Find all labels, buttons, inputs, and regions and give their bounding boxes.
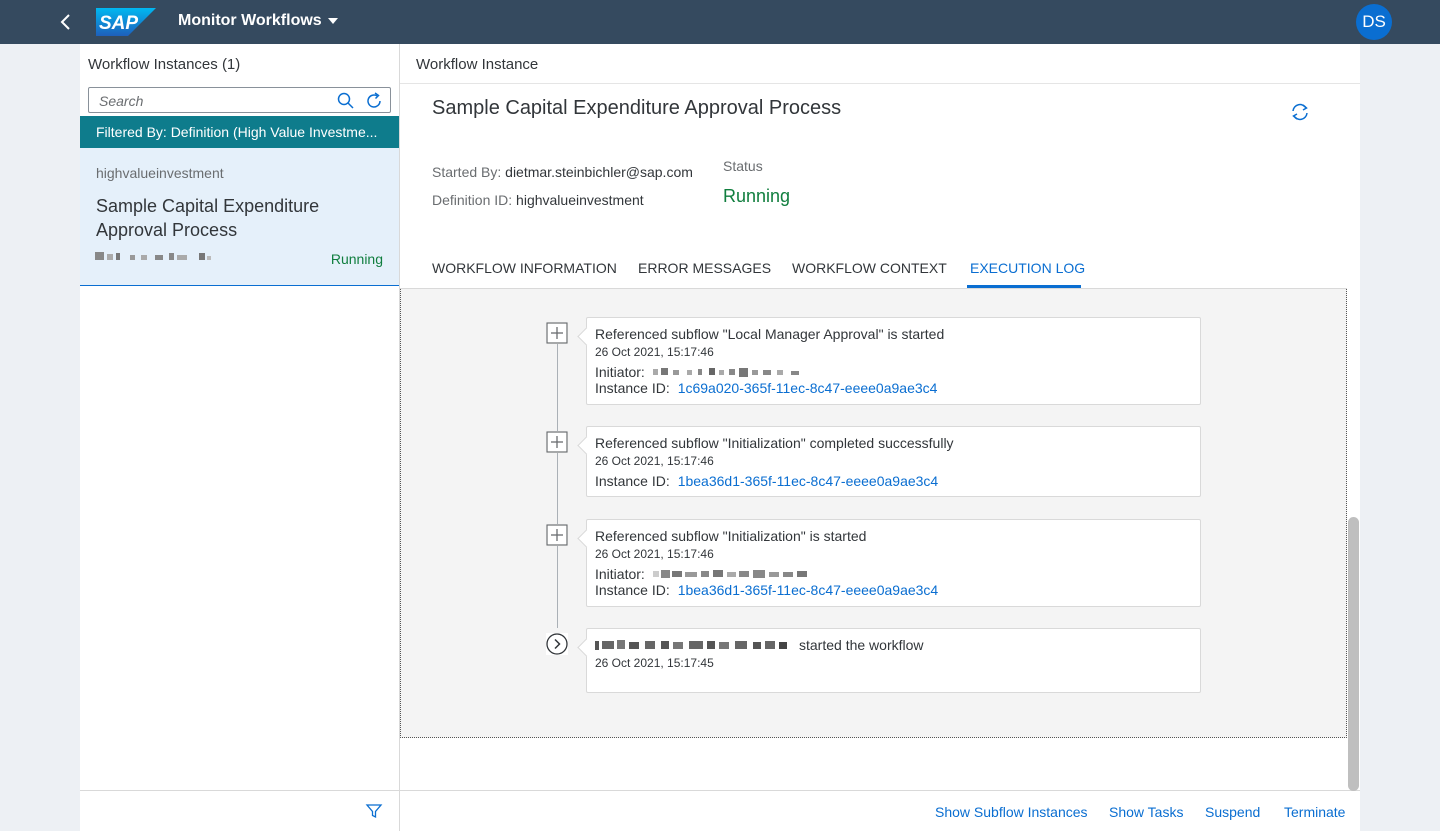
execution-log: Referenced subflow "Local Manager Approv… — [400, 289, 1347, 738]
detail-header: Workflow Instance — [400, 44, 1360, 84]
tab-error-messages[interactable]: ERROR MESSAGES — [638, 260, 771, 276]
redacted-initiator — [652, 570, 807, 578]
detail-footer-toolbar: Show Subflow Instances Show Tasks Suspen… — [400, 790, 1360, 831]
chevron-left-icon — [60, 14, 70, 30]
log-entry-card: Referenced subflow "Local Manager Approv… — [586, 317, 1201, 405]
tab-execution-log[interactable]: EXECUTION LOG — [970, 260, 1085, 276]
expand-icon[interactable] — [546, 431, 568, 453]
log-entry-instance: Instance ID: 1bea36d1-365f-11ec-8c47-eee… — [595, 582, 938, 598]
definition-id: Definition ID: highvalueinvestment — [432, 192, 644, 208]
log-entry-card: started the workflow 26 Oct 2021, 15:17:… — [586, 628, 1201, 693]
svg-text:SAP: SAP — [99, 13, 138, 34]
search-field[interactable]: Search — [88, 87, 391, 113]
tab-bar: WORKFLOW INFORMATION ERROR MESSAGES WORK… — [400, 244, 1347, 289]
redacted-user — [595, 640, 787, 650]
list-item[interactable]: highvalueinvestment Sample Capital Expen… — [80, 148, 399, 286]
log-entry-instance: Instance ID: 1c69a020-365f-11ec-8c47-eee… — [595, 380, 937, 396]
started-by-label: Started By: — [432, 164, 502, 180]
definition-id-label: Definition ID: — [432, 192, 513, 208]
log-entry-date: 26 Oct 2021, 15:17:46 — [595, 345, 714, 359]
started-by-value: dietmar.steinbichler@sap.com — [505, 164, 693, 180]
terminate-button[interactable]: Terminate — [1284, 804, 1345, 820]
sap-logo[interactable]: SAP — [96, 8, 156, 36]
log-entry-title-row: started the workflow — [595, 637, 924, 653]
status-label: Status — [723, 158, 763, 174]
list-item-definition: highvalueinvestment — [96, 165, 224, 181]
log-entry-title: Referenced subflow "Initialization" comp… — [595, 435, 954, 451]
redacted-text — [95, 252, 211, 260]
show-subflow-instances-button[interactable]: Show Subflow Instances — [935, 804, 1088, 820]
caret-down-icon — [327, 18, 338, 24]
log-entry-initiator: Initiator: — [595, 364, 823, 380]
expand-icon[interactable] — [546, 322, 568, 344]
object-title: Sample Capital Expenditure Approval Proc… — [432, 97, 842, 119]
log-entry-card: Referenced subflow "Initialization" is s… — [586, 519, 1201, 607]
tab-workflow-information[interactable]: WORKFLOW INFORMATION — [432, 260, 617, 276]
timeline-line — [557, 344, 558, 628]
instance-id-link[interactable]: 1c69a020-365f-11ec-8c47-eeee0a9ae3c4 — [678, 380, 938, 396]
log-entry-date: 26 Oct 2021, 15:17:45 — [595, 656, 714, 670]
list-item-status: Running — [330, 251, 383, 267]
scrollbar[interactable] — [1348, 517, 1359, 791]
filter-info-bar: Filtered By: Definition (High Value Inve… — [80, 116, 399, 148]
avatar[interactable]: DS — [1356, 4, 1392, 40]
instance-id-link[interactable]: 1bea36d1-365f-11ec-8c47-eeee0a9ae3c4 — [678, 473, 939, 489]
master-pane: Workflow Instances (1) Search Filtered B… — [80, 44, 400, 831]
search-placeholder: Search — [99, 93, 144, 109]
instance-id-label: Instance ID: — [595, 473, 670, 489]
log-entry-card: Referenced subflow "Initialization" comp… — [586, 426, 1201, 497]
log-entry-title: Referenced subflow "Initialization" is s… — [595, 528, 867, 544]
app-title-menu[interactable]: Monitor Workflows — [178, 12, 338, 30]
tab-workflow-context[interactable]: WORKFLOW CONTEXT — [792, 260, 947, 276]
definition-id-value: highvalueinvestment — [516, 192, 644, 208]
start-icon[interactable] — [546, 633, 568, 655]
master-title: Workflow Instances (1) — [88, 56, 241, 73]
detail-pane: Workflow Instance Sample Capital Expendi… — [400, 44, 1360, 831]
log-entry-date: 26 Oct 2021, 15:17:46 — [595, 547, 714, 561]
started-by: Started By: dietmar.steinbichler@sap.com — [432, 164, 693, 180]
initiator-label: Initiator: — [595, 566, 645, 582]
detail-header-title: Workflow Instance — [416, 56, 539, 73]
log-entry-title: Referenced subflow "Local Manager Approv… — [595, 326, 945, 342]
redacted-initiator — [652, 368, 799, 377]
search-icon[interactable] — [336, 91, 356, 111]
expand-icon[interactable] — [546, 524, 568, 546]
suspend-button[interactable]: Suspend — [1205, 804, 1260, 820]
log-entry-instance: Instance ID: 1bea36d1-365f-11ec-8c47-eee… — [595, 473, 938, 489]
app-title: Monitor Workflows — [178, 12, 322, 29]
log-entry-date: 26 Oct 2021, 15:17:46 — [595, 454, 714, 468]
instance-id-label: Instance ID: — [595, 380, 670, 396]
log-entry-title: started the workflow — [799, 637, 924, 653]
refresh-icon[interactable] — [1289, 101, 1311, 123]
status-value: Running — [723, 186, 791, 206]
show-tasks-button[interactable]: Show Tasks — [1109, 804, 1183, 820]
shell-bar: SAP Monitor Workflows DS — [0, 0, 1440, 44]
back-button[interactable] — [54, 10, 78, 34]
filter-icon[interactable] — [365, 802, 383, 820]
initiator-label: Initiator: — [595, 364, 645, 380]
log-entry-initiator: Initiator: — [595, 566, 843, 582]
active-tab-indicator — [967, 285, 1081, 288]
instance-id-label: Instance ID: — [595, 582, 670, 598]
list-item-title: Sample Capital Expenditure Approval Proc… — [96, 196, 320, 240]
master-footer-toolbar — [80, 790, 399, 831]
instance-id-link[interactable]: 1bea36d1-365f-11ec-8c47-eeee0a9ae3c4 — [678, 582, 939, 598]
refresh-icon[interactable] — [364, 91, 384, 111]
